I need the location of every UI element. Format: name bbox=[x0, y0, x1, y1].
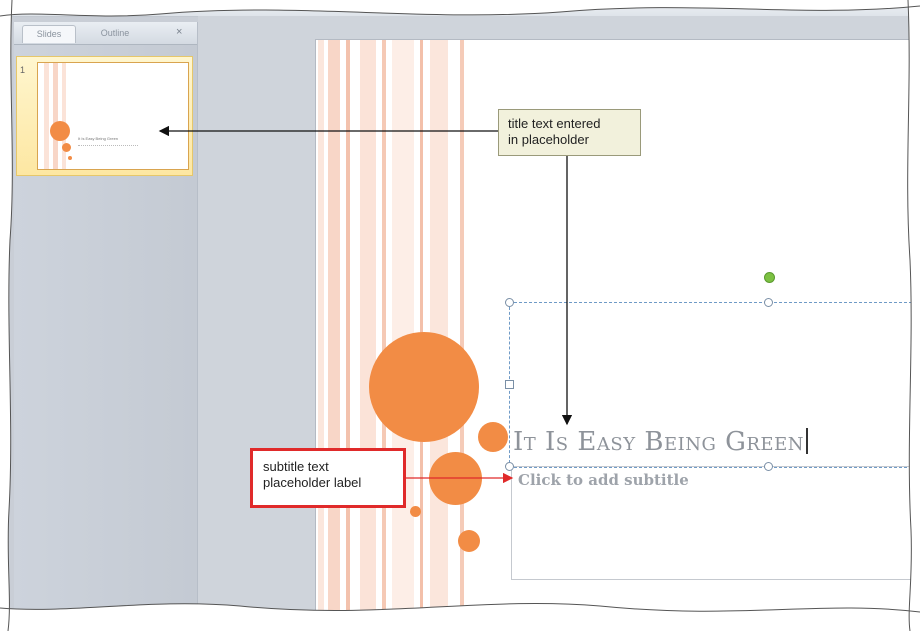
powerpoint-window: Home Slides Outline × 1 It Is Easy Being… bbox=[0, 0, 920, 631]
callout-arrows bbox=[158, 125, 573, 484]
